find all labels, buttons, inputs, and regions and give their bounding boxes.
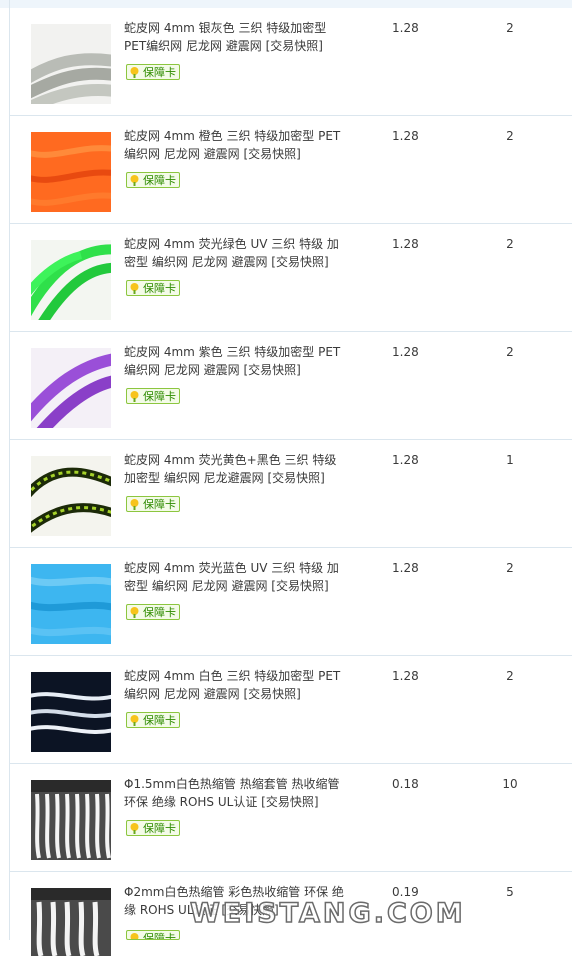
product-thumbnail[interactable] [31, 888, 111, 956]
product-title: 蛇皮网 4mm 橙色 三织 特级加密型 PET编织网 尼龙网 避震网 [交易快照… [124, 127, 344, 163]
braided-sleeve-image [31, 240, 111, 320]
unit-price: 1.28 [392, 453, 419, 467]
product-thumbnail[interactable] [31, 132, 111, 212]
product-thumbnail[interactable] [31, 564, 111, 644]
guarantee-card-label: 保障卡 [143, 282, 176, 295]
braided-sleeve-image [31, 672, 111, 752]
quantity: 2 [506, 669, 514, 683]
guarantee-icon [130, 283, 139, 294]
trade-snapshot-link[interactable]: [交易快照] [271, 579, 328, 593]
guarantee-card-badge[interactable]: 保障卡 [126, 930, 180, 940]
heat-shrink-tube-image [31, 888, 111, 956]
trade-snapshot-link[interactable]: [交易快照] [271, 255, 328, 269]
guarantee-card-label: 保障卡 [143, 390, 176, 403]
guarantee-card-label: 保障卡 [143, 174, 176, 187]
guarantee-icon [130, 67, 139, 78]
unit-price: 1.28 [392, 237, 419, 251]
order-item-row: 蛇皮网 4mm 橙色 三织 特级加密型 PET编织网 尼龙网 避震网 [交易快照… [10, 116, 572, 224]
trade-snapshot-link[interactable]: [交易快照] [243, 363, 300, 377]
product-title-link[interactable]: 蛇皮网 4mm 紫色 三织 特级加密型 PET编织网 尼龙网 避震网 [124, 345, 340, 377]
guarantee-icon [130, 933, 139, 939]
guarantee-card-badge[interactable]: 保障卡 [126, 64, 180, 80]
guarantee-card-label: 保障卡 [143, 822, 176, 835]
trade-snapshot-link[interactable]: [交易快照] [267, 471, 324, 485]
product-thumbnail[interactable] [31, 240, 111, 320]
site-watermark: WEISTANG.COM [189, 897, 466, 930]
trade-snapshot-link[interactable]: [交易快照] [243, 147, 300, 161]
trade-snapshot-link[interactable]: [交易快照] [261, 795, 318, 809]
trade-snapshot-link[interactable]: [交易快照] [266, 39, 323, 53]
guarantee-card-badge[interactable]: 保障卡 [126, 172, 180, 188]
quantity: 2 [506, 561, 514, 575]
guarantee-card-badge[interactable]: 保障卡 [126, 604, 180, 620]
braided-sleeve-image [31, 348, 111, 428]
guarantee-card-badge[interactable]: 保障卡 [126, 496, 180, 512]
product-title-link[interactable]: 蛇皮网 4mm 白色 三织 特级加密型 PET编织网 尼龙网 避震网 [124, 669, 340, 701]
guarantee-card-label: 保障卡 [143, 932, 176, 940]
trade-snapshot-link[interactable]: [交易快照] [243, 687, 300, 701]
quantity: 2 [506, 345, 514, 359]
product-title: Φ1.5mm白色热缩管 热缩套管 热收缩管 环保 绝缘 ROHS UL认证 [交… [124, 775, 344, 811]
quantity: 1 [506, 453, 514, 467]
braided-sleeve-image [31, 24, 111, 104]
guarantee-icon [130, 823, 139, 834]
table-top-band [0, 0, 572, 8]
heat-shrink-tube-image [31, 780, 111, 860]
unit-price: 1.28 [392, 345, 419, 359]
product-title: 蛇皮网 4mm 白色 三织 特级加密型 PET编织网 尼龙网 避震网 [交易快照… [124, 667, 344, 703]
product-thumbnail[interactable] [31, 780, 111, 860]
product-thumbnail[interactable] [31, 456, 111, 536]
quantity: 2 [506, 21, 514, 35]
product-thumbnail[interactable] [31, 672, 111, 752]
braided-sleeve-image [31, 456, 111, 536]
guarantee-card-label: 保障卡 [143, 714, 176, 727]
product-thumbnail[interactable] [31, 24, 111, 104]
braided-sleeve-image [31, 564, 111, 644]
order-item-row: 蛇皮网 4mm 白色 三织 特级加密型 PET编织网 尼龙网 避震网 [交易快照… [10, 656, 572, 764]
product-title: 蛇皮网 4mm 荧光黄色+黑色 三织 特级加密型 编织网 尼龙避震网 [交易快照… [124, 451, 344, 487]
order-item-row: 蛇皮网 4mm 银灰色 三织 特级加密型 PET编织网 尼龙网 避震网 [交易快… [10, 8, 572, 116]
guarantee-icon [130, 715, 139, 726]
product-title-link[interactable]: 蛇皮网 4mm 橙色 三织 特级加密型 PET编织网 尼龙网 避震网 [124, 129, 340, 161]
order-item-row: Φ1.5mm白色热缩管 热缩套管 热收缩管 环保 绝缘 ROHS UL认证 [交… [10, 764, 572, 872]
product-title: 蛇皮网 4mm 紫色 三织 特级加密型 PET编织网 尼龙网 避震网 [交易快照… [124, 343, 344, 379]
order-item-row: 蛇皮网 4mm 紫色 三织 特级加密型 PET编织网 尼龙网 避震网 [交易快照… [10, 332, 572, 440]
guarantee-icon [130, 499, 139, 510]
order-item-row: 蛇皮网 4mm 荧光黄色+黑色 三织 特级加密型 编织网 尼龙避震网 [交易快照… [10, 440, 572, 548]
guarantee-card-badge[interactable]: 保障卡 [126, 820, 180, 836]
order-item-row: 蛇皮网 4mm 荧光蓝色 UV 三织 特级 加密型 编织网 尼龙网 避震网 [交… [10, 548, 572, 656]
guarantee-card-label: 保障卡 [143, 66, 176, 79]
guarantee-card-badge[interactable]: 保障卡 [126, 280, 180, 296]
guarantee-icon [130, 175, 139, 186]
guarantee-card-label: 保障卡 [143, 606, 176, 619]
product-thumbnail[interactable] [31, 348, 111, 428]
product-title: 蛇皮网 4mm 银灰色 三织 特级加密型 PET编织网 尼龙网 避震网 [交易快… [124, 19, 344, 55]
guarantee-card-label: 保障卡 [143, 498, 176, 511]
quantity: 10 [502, 777, 518, 791]
guarantee-card-badge[interactable]: 保障卡 [126, 712, 180, 728]
unit-price: 1.28 [392, 129, 419, 143]
quantity: 2 [506, 237, 514, 251]
unit-price: 0.18 [392, 777, 419, 791]
guarantee-card-badge[interactable]: 保障卡 [126, 388, 180, 404]
product-title: 蛇皮网 4mm 荧光蓝色 UV 三织 特级 加密型 编织网 尼龙网 避震网 [交… [124, 559, 344, 595]
quantity: 2 [506, 129, 514, 143]
unit-price: 1.28 [392, 561, 419, 575]
order-item-row: 蛇皮网 4mm 荧光绿色 UV 三织 特级 加密型 编织网 尼龙网 避震网 [交… [10, 224, 572, 332]
unit-price: 1.28 [392, 21, 419, 35]
guarantee-icon [130, 607, 139, 618]
product-title: 蛇皮网 4mm 荧光绿色 UV 三织 特级 加密型 编织网 尼龙网 避震网 [交… [124, 235, 344, 271]
unit-price: 1.28 [392, 669, 419, 683]
braided-sleeve-image [31, 132, 111, 212]
guarantee-icon [130, 391, 139, 402]
